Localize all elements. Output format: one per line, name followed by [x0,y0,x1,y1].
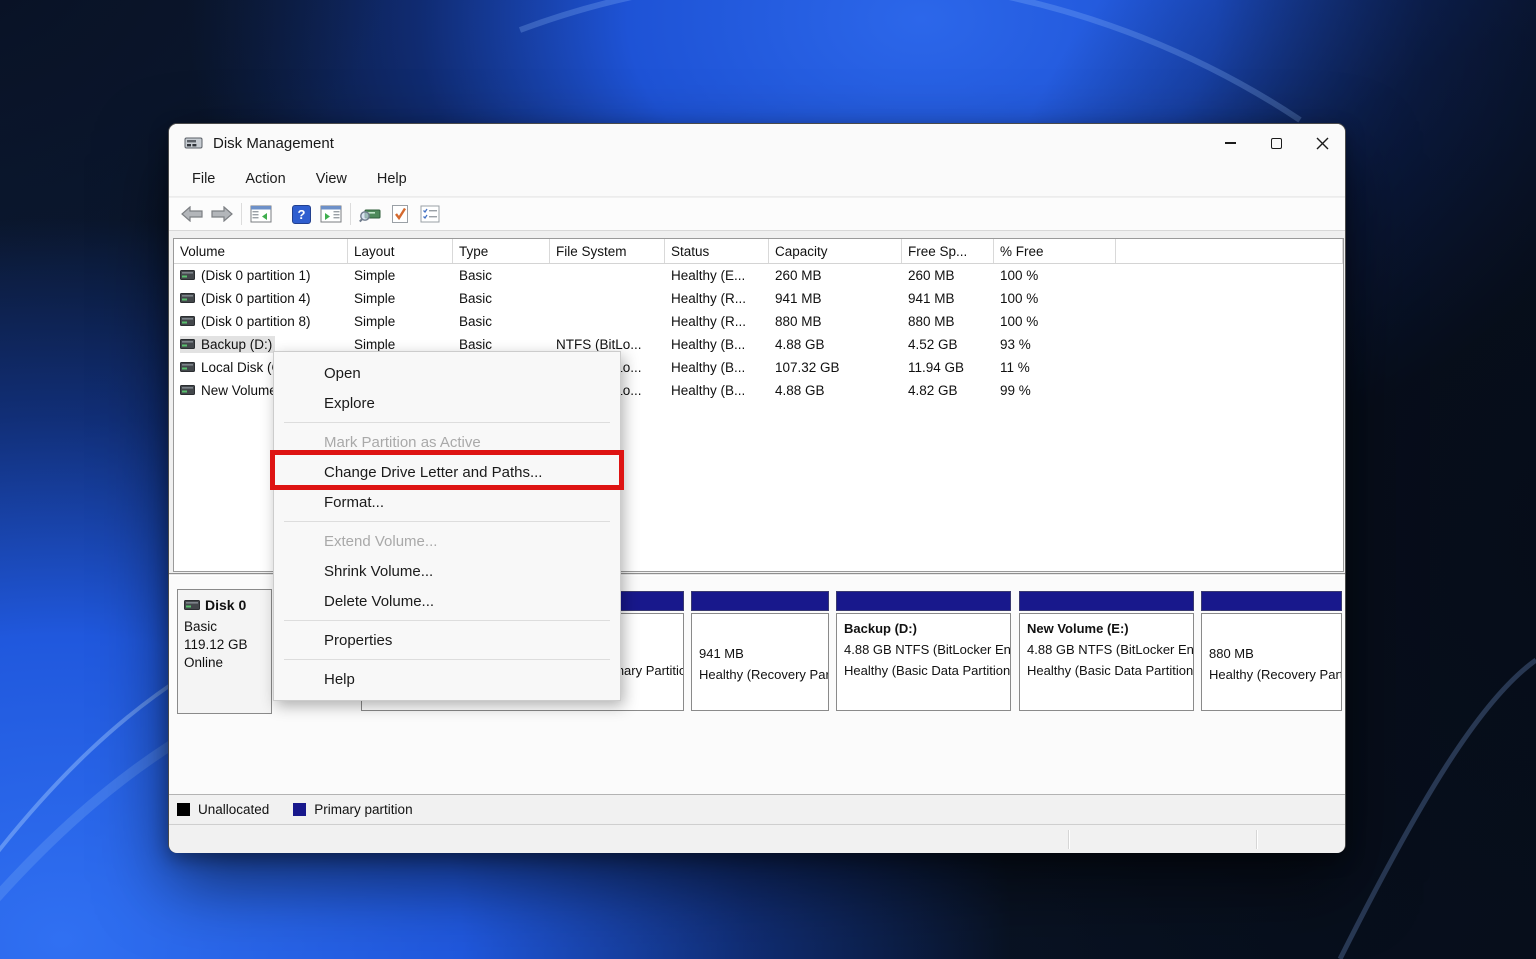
rescan-disks-button[interactable] [355,201,385,227]
help-icon: ? [292,205,311,224]
menu-action[interactable]: Action [239,168,291,190]
action-pane-button[interactable] [316,201,346,227]
partition-block-880mb[interactable]: 880 MB Healthy (Recovery Partition) [1201,591,1342,713]
window-title: Disk Management [213,135,334,152]
volume-icon [180,337,195,352]
volume-icon [180,314,195,329]
column-header-capacity[interactable]: Capacity [769,239,902,263]
volume-context-menu: Open Explore Mark Partition as Active Ch… [273,351,621,701]
menu-item-open[interactable]: Open [274,358,620,388]
menu-bar: File Action View Help [169,162,1345,197]
menu-view[interactable]: View [310,168,353,190]
toolbar: ? [169,198,1345,231]
volume-list-header: Volume Layout Type File System Status Ca… [174,239,1343,264]
disk-status: Online [184,655,265,670]
menu-item-shrink-volume[interactable]: Shrink Volume... [274,556,620,586]
title-bar[interactable]: Disk Management [169,124,1345,162]
maximize-icon [1271,138,1282,149]
volume-icon [180,268,195,283]
partition-block-e[interactable]: New Volume (E:) 4.88 GB NTFS (BitLocker … [1019,591,1194,713]
disk0-label-panel[interactable]: Disk 0 Basic 119.12 GB Online [177,589,272,714]
primary-partition-bar [1201,591,1342,611]
action-pane-icon [320,205,342,223]
primary-partition-swatch [293,803,306,816]
menu-item-explore[interactable]: Explore [274,388,620,418]
legend-bar: Unallocated Primary partition [169,794,1345,823]
menu-item-change-drive-letter[interactable]: Change Drive Letter and Paths... [274,457,620,487]
volume-icon [180,383,195,398]
rescan-disks-icon [359,205,381,223]
menu-separator [284,659,610,660]
disk-size: 119.12 GB [184,637,265,652]
volume-icon [180,291,195,306]
minimize-button[interactable] [1207,124,1253,162]
unallocated-swatch [177,803,190,816]
table-row[interactable]: (Disk 0 partition 1) Simple Basic Health… [174,264,1343,287]
maximize-button[interactable] [1253,124,1299,162]
properties-list-button[interactable] [415,201,445,227]
column-header-type[interactable]: Type [453,239,550,263]
properties-list-icon [420,205,440,223]
menu-separator [284,422,610,423]
toolbar-separator [241,203,242,225]
partition-block-941mb[interactable]: 941 MB Healthy (Recovery Partition) [691,591,829,713]
menu-file[interactable]: File [186,168,221,190]
primary-partition-bar [1019,591,1194,611]
console-tree-button[interactable] [246,201,276,227]
console-tree-icon [250,205,272,223]
close-button[interactable] [1299,124,1345,162]
help-button[interactable]: ? [286,201,316,227]
check-disk-icon [391,204,409,224]
primary-partition-bar [691,591,829,611]
volume-icon [180,360,195,375]
minimize-icon [1225,142,1236,144]
svg-text:?: ? [297,207,305,222]
menu-separator [284,620,610,621]
legend-unallocated-label: Unallocated [198,802,269,817]
column-header-status[interactable]: Status [665,239,769,263]
check-disk-button[interactable] [385,201,415,227]
status-pane-separator [1256,830,1257,849]
column-header-pct-free[interactable]: % Free [994,239,1116,263]
menu-item-help[interactable]: Help [274,664,620,694]
back-button[interactable] [177,201,207,227]
column-header-file-system[interactable]: File System [550,239,665,263]
status-pane-separator [1068,830,1069,849]
menu-item-properties[interactable]: Properties [274,625,620,655]
menu-item-extend-volume: Extend Volume... [274,526,620,556]
status-bar [169,824,1345,853]
disk-type: Basic [184,619,265,634]
partition-block-d[interactable]: Backup (D:) 4.88 GB NTFS (BitLocker Encr… [836,591,1011,713]
column-header-free-space[interactable]: Free Sp... [902,239,994,263]
menu-help[interactable]: Help [371,168,413,190]
legend-primary-label: Primary partition [314,802,412,817]
toolbar-separator [350,203,351,225]
menu-item-mark-partition-active: Mark Partition as Active [274,427,620,457]
disk-management-app-icon [184,135,203,151]
column-header-layout[interactable]: Layout [348,239,453,263]
forward-button[interactable] [207,201,237,227]
menu-item-delete-volume[interactable]: Delete Volume... [274,586,620,616]
menu-item-format[interactable]: Format... [274,487,620,517]
menu-separator [284,521,610,522]
primary-partition-bar [836,591,1011,611]
table-row[interactable]: (Disk 0 partition 8) Simple Basic Health… [174,310,1343,333]
back-icon [181,206,203,222]
disk-name: Disk 0 [205,597,246,613]
column-header-filler [1116,239,1343,263]
column-header-volume[interactable]: Volume [174,239,348,263]
disk-icon [184,600,200,610]
close-icon [1316,137,1329,150]
table-row[interactable]: (Disk 0 partition 4) Simple Basic Health… [174,287,1343,310]
forward-icon [211,206,233,222]
disk-management-window: Disk Management File Action View Help [168,123,1346,853]
